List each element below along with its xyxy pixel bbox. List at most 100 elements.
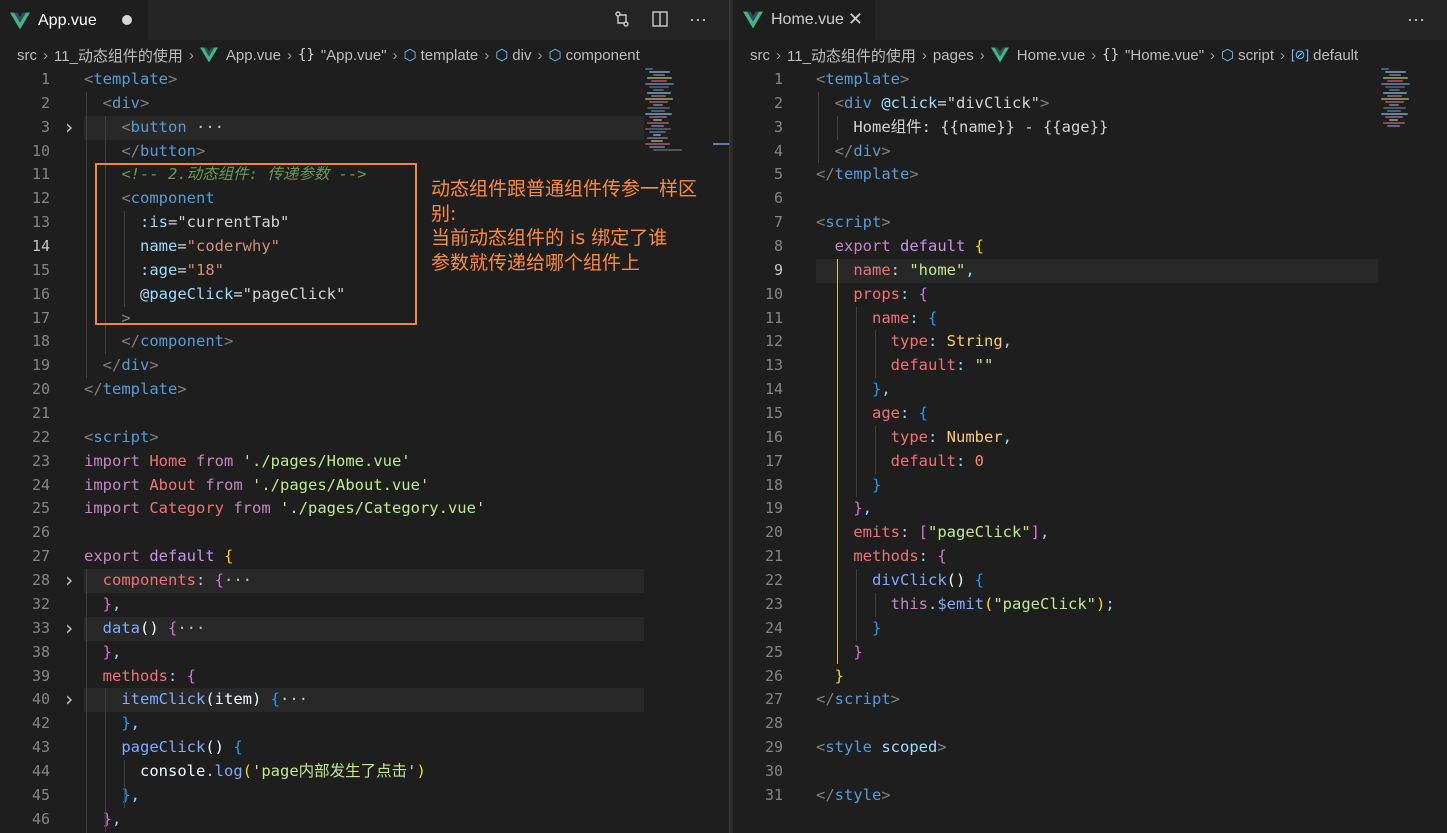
code-line[interactable]: 12 type: String, — [733, 330, 1447, 354]
code-token: ( — [984, 594, 994, 613]
fold-chevron-icon[interactable]: › — [62, 687, 76, 712]
code-line[interactable]: 10 </button> — [0, 140, 729, 164]
code-line[interactable]: 30 — [733, 760, 1447, 784]
code-line[interactable]: 28 › components: {··· — [0, 568, 729, 593]
code-line[interactable]: 46 }, — [0, 808, 729, 832]
code-line[interactable]: 33 › data() {··· — [0, 616, 729, 641]
code-token: : — [900, 523, 919, 542]
code-line[interactable]: 4 </div> — [733, 140, 1447, 164]
code-line[interactable]: 19 </div> — [0, 354, 729, 378]
breadcrumb-item[interactable]: ⬡ div — [495, 46, 531, 65]
line-number: 23 — [764, 594, 783, 613]
code-line[interactable]: 27 export default { — [0, 545, 729, 569]
fold-chevron-icon[interactable]: › — [62, 616, 76, 641]
code-line[interactable]: 3 Home组件: {{name}} - {{age}} — [733, 116, 1447, 140]
code-line[interactable]: 24 } — [733, 617, 1447, 641]
scrollbar-indicator[interactable] — [713, 143, 729, 145]
code-line[interactable]: 7 <script> — [733, 211, 1447, 235]
breadcrumb-item[interactable]: 11_动态组件的使用 — [787, 45, 916, 66]
code-line[interactable]: 39 methods: { — [0, 665, 729, 689]
code-editor-right[interactable]: 1 <template> 2 <div @click="divClick"> 3 Ho… — [733, 68, 1447, 833]
breadcrumb-item[interactable]: pages — [933, 47, 974, 64]
code-line[interactable]: 11 name: { — [733, 307, 1447, 331]
fold-chevron-icon[interactable]: › — [62, 115, 76, 140]
code-line[interactable]: 27 </script> — [733, 688, 1447, 712]
minimap-left[interactable] — [645, 68, 713, 158]
breadcrumb-item[interactable]: {} "App.vue" — [298, 47, 387, 64]
code-line[interactable]: 21 methods: { — [733, 545, 1447, 569]
tab-home-vue[interactable]: Home.vue ✕ — [733, 0, 875, 40]
code-line[interactable]: 40 › itemClick(item) {··· — [0, 687, 729, 712]
code-token: < — [121, 117, 131, 136]
split-editor-icon[interactable] — [649, 8, 671, 30]
code-line[interactable]: 31 </style> — [733, 784, 1447, 808]
code-token: { — [918, 284, 929, 303]
code-line[interactable]: 25 } — [733, 641, 1447, 665]
code-line[interactable]: 2 <div> — [0, 92, 729, 116]
code-line[interactable]: 19 }, — [733, 497, 1447, 521]
code-line[interactable]: 38 }, — [0, 641, 729, 665]
code-line[interactable]: 22 <script> — [0, 426, 729, 450]
code-line[interactable]: 16 type: Number, — [733, 426, 1447, 450]
more-actions-icon[interactable]: ··· — [1405, 8, 1427, 30]
code-line[interactable]: 21 — [0, 402, 729, 426]
code-line[interactable]: 9 name: "home", — [733, 259, 1447, 283]
code-line[interactable]: 5 </template> — [733, 163, 1447, 187]
code-line[interactable]: 13 default: "" — [733, 354, 1447, 378]
more-actions-icon[interactable]: ··· — [687, 8, 709, 30]
code-line[interactable]: 17 default: 0 — [733, 450, 1447, 474]
breadcrumb-item[interactable]: App.vue — [199, 47, 281, 64]
code-line[interactable]: 24 import About from './pages/About.vue' — [0, 474, 729, 498]
breadcrumb-item[interactable]: src — [17, 47, 37, 64]
code-line[interactable]: 23 this.$emit("pageClick"); — [733, 593, 1447, 617]
code-line[interactable]: 29 <style scoped> — [733, 736, 1447, 760]
code-line[interactable]: 45 }, — [0, 784, 729, 808]
breadcrumb-item[interactable]: {} "Home.vue" — [1102, 47, 1204, 64]
code-line[interactable]: 2 <div @click="divClick"> — [733, 92, 1447, 116]
breadcrumb-item[interactable]: 11_动态组件的使用 — [54, 45, 183, 66]
code-line[interactable]: 26 } — [733, 665, 1447, 689]
code-line[interactable]: 8 export default { — [733, 235, 1447, 259]
breadcrumb-label: "App.vue" — [320, 46, 387, 64]
unsaved-dot-icon[interactable] — [122, 15, 132, 25]
code-line[interactable]: 20 emits: ["pageClick"], — [733, 521, 1447, 545]
code-line[interactable]: 14 }, — [733, 378, 1447, 402]
code-line[interactable]: 32 }, — [0, 593, 729, 617]
code-line[interactable]: 18 </component> — [0, 330, 729, 354]
open-changes-icon[interactable] — [611, 8, 633, 30]
code-token: > — [196, 141, 206, 160]
code-line[interactable]: 10 props: { — [733, 283, 1447, 307]
code-line[interactable]: 23 import Home from './pages/Home.vue' — [0, 450, 729, 474]
code-text: import About from './pages/About.vue' — [84, 474, 429, 498]
breadcrumb-item[interactable]: ⬡ template — [404, 46, 479, 65]
code-token: export — [84, 547, 150, 566]
code-line[interactable]: 28 — [733, 712, 1447, 736]
code-line[interactable]: 26 — [0, 521, 729, 545]
code-line[interactable]: 1 <template> — [0, 68, 729, 92]
breadcrumb-item[interactable]: Home.vue — [990, 47, 1085, 64]
code-line[interactable]: 18 } — [733, 474, 1447, 498]
code-line[interactable]: 22 divClick() { — [733, 569, 1447, 593]
fold-chevron-icon[interactable]: › — [62, 568, 76, 593]
breadcrumb-item[interactable]: [⊘] default — [1291, 47, 1358, 64]
minimap-line — [645, 143, 670, 145]
code-line[interactable]: 43 pageClick() { — [0, 736, 729, 760]
code-line[interactable]: 6 — [733, 187, 1447, 211]
code-line[interactable]: 44 console.log('page内部发生了点击') — [0, 760, 729, 784]
code-line[interactable]: 20 </template> — [0, 378, 729, 402]
code-line[interactable]: 15 age: { — [733, 402, 1447, 426]
breadcrumb-item[interactable]: ⬡ script — [1221, 46, 1274, 65]
breadcrumb-item[interactable]: ⬡ component — [548, 46, 639, 65]
tab-app-vue[interactable]: App.vue — [0, 0, 148, 40]
code-line[interactable]: 25 import Category from './pages/Category… — [0, 497, 729, 521]
breadcrumb-item[interactable]: src — [750, 47, 770, 64]
code-line[interactable]: 3 › <button ··· — [0, 115, 729, 140]
minimap-right[interactable] — [1381, 68, 1447, 158]
code-line[interactable]: 42 }, — [0, 712, 729, 736]
code-line[interactable]: 1 <template> — [733, 68, 1447, 92]
close-icon[interactable]: ✕ — [848, 9, 863, 29]
